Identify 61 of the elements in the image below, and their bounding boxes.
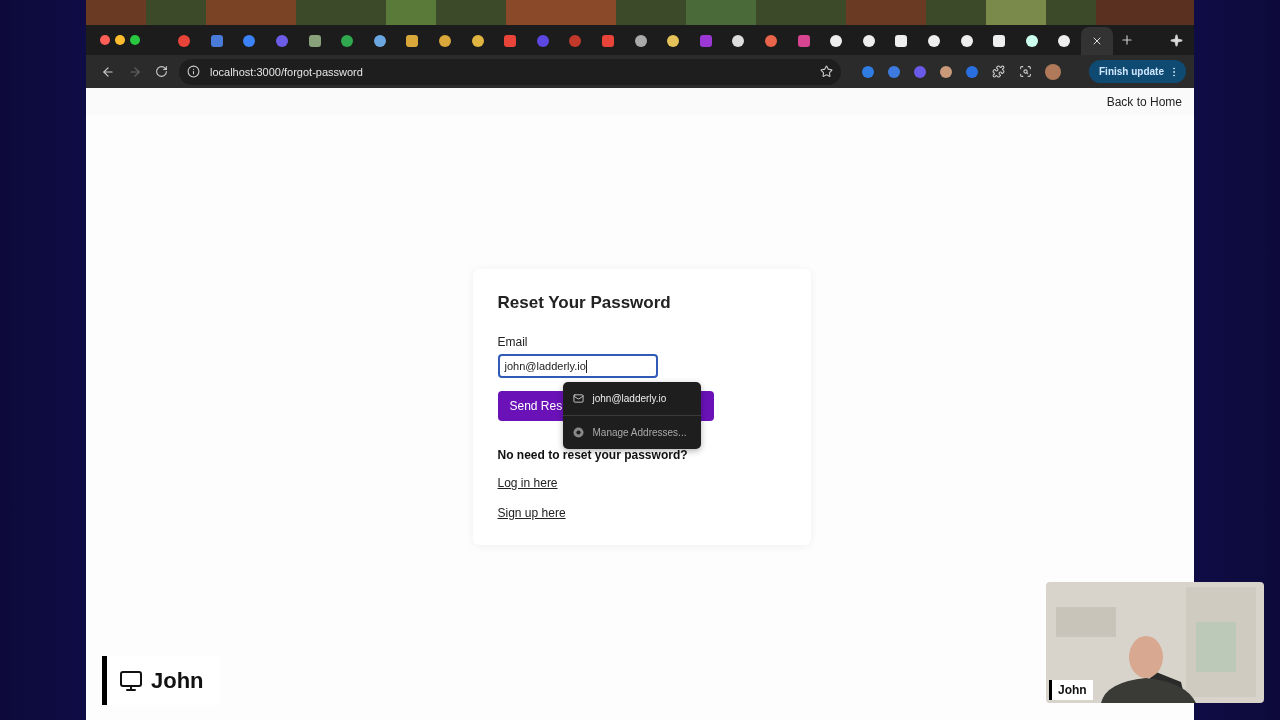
browser-logo-icon xyxy=(572,427,584,438)
reset-title: Reset Your Password xyxy=(497,293,671,313)
tab-favicon-icon xyxy=(601,34,615,48)
tab-favicon-icon xyxy=(470,34,485,48)
login-link[interactable]: Log in here xyxy=(497,476,558,490)
extension-icon[interactable] xyxy=(965,64,979,79)
tab-favicon-icon xyxy=(959,34,974,48)
email-label: Email xyxy=(497,335,528,349)
new-tab-icon[interactable] xyxy=(1119,33,1134,47)
tab-favicon-icon xyxy=(633,34,648,48)
finish-update-button[interactable]: Finish update xyxy=(1089,60,1186,83)
presenter-name: John xyxy=(151,667,204,694)
tab-favicon-icon xyxy=(535,34,550,48)
minimize-window-button[interactable] xyxy=(115,35,125,45)
back-to-home-link[interactable]: Back to Home xyxy=(1106,94,1182,109)
tab-favicon-icon xyxy=(666,34,681,48)
close-window-button[interactable] xyxy=(100,35,110,45)
extension-icon[interactable] xyxy=(887,64,901,79)
tab-favicon-icon xyxy=(372,34,387,48)
avatar-icon[interactable] xyxy=(1045,63,1061,80)
extension-icon[interactable] xyxy=(913,64,927,79)
tab-favicon-icon xyxy=(796,34,811,48)
tab-favicon-icon xyxy=(764,34,778,48)
tab-favicon-icon xyxy=(177,34,192,48)
tab-favicon-icon xyxy=(307,34,322,48)
tab-favicon-icon xyxy=(1057,34,1072,48)
info-icon xyxy=(187,65,200,78)
email-field[interactable]: john@ladderly.io xyxy=(497,354,658,378)
webcam-name: John xyxy=(1049,680,1093,700)
tab-favicon-icon xyxy=(503,34,518,48)
tab-favicon-icon xyxy=(698,34,713,48)
tab-favicon-icon xyxy=(894,34,909,48)
monitor-icon xyxy=(119,668,143,693)
tab-favicon-icon xyxy=(405,34,420,48)
address-bar[interactable]: localhost:3000/forgot-password xyxy=(179,58,841,85)
tab-favicon-icon xyxy=(340,34,355,48)
sparkle-icon[interactable] xyxy=(1170,33,1183,47)
back-icon[interactable] xyxy=(100,64,115,79)
tab-favicon-icon xyxy=(731,34,746,48)
tab-favicon-icon xyxy=(861,34,876,48)
bookmark-star-icon[interactable] xyxy=(820,65,833,78)
tab-favicon-icon xyxy=(829,34,844,48)
autofill-item[interactable]: john@ladderly.io xyxy=(562,382,701,416)
puzzle-icon[interactable] xyxy=(992,65,1005,78)
tab-favicon-icon xyxy=(992,34,1007,48)
tab-search-icon[interactable] xyxy=(1019,65,1032,78)
tab-favicon-icon xyxy=(242,34,257,48)
autofill-item[interactable]: Manage Addresses... xyxy=(562,416,701,449)
mail-icon xyxy=(572,393,584,404)
extension-icon[interactable] xyxy=(861,64,875,79)
tab-favicon-icon xyxy=(275,34,290,48)
extension-icon[interactable] xyxy=(939,64,953,79)
footer-heading: No need to reset your password? xyxy=(497,448,688,462)
tab-favicon-icon xyxy=(1024,34,1039,48)
maximize-window-button[interactable] xyxy=(130,35,140,45)
tab-favicon-icon xyxy=(209,34,224,48)
tab-favicon-icon xyxy=(438,34,453,48)
reload-icon[interactable] xyxy=(155,65,168,78)
signup-link[interactable]: Sign up here xyxy=(497,506,566,520)
tab-favicon-icon xyxy=(568,34,583,48)
tab-favicon-icon xyxy=(926,34,941,48)
